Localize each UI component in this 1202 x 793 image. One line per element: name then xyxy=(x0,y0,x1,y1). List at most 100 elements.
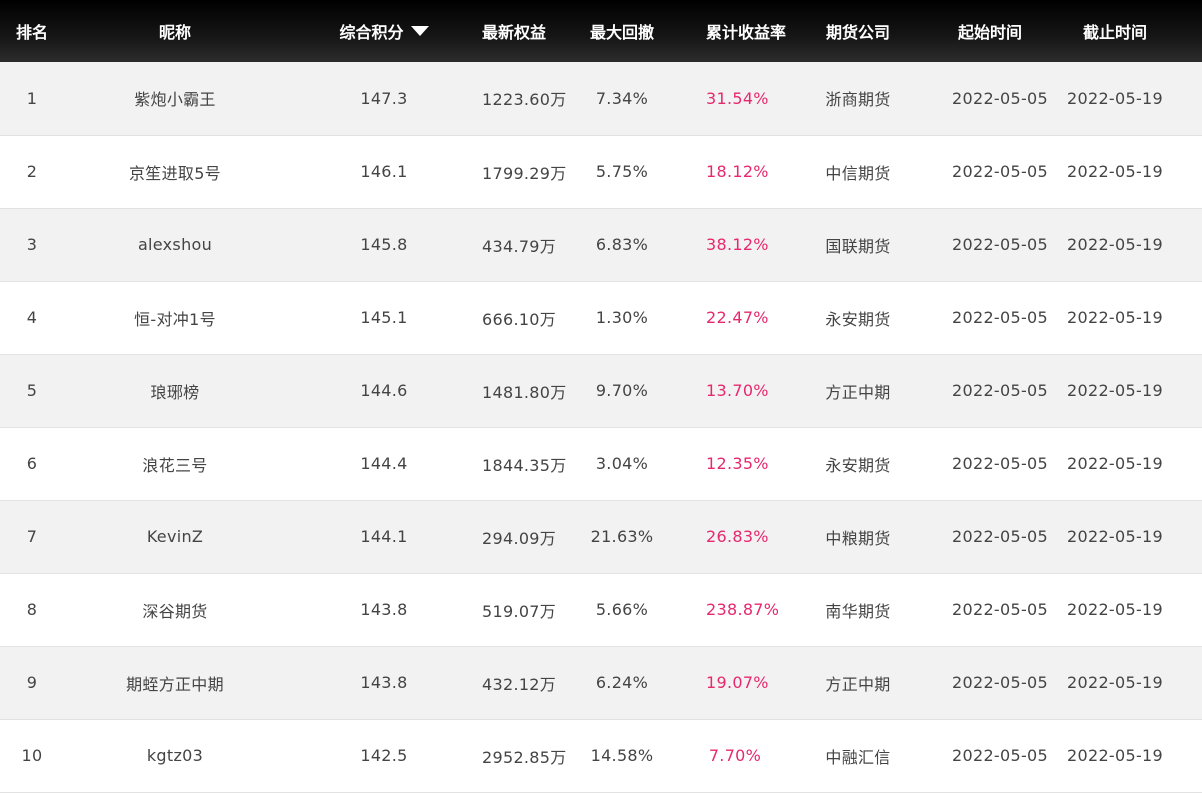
cell-firm: 永安期货 xyxy=(825,309,891,329)
cell-score: 144.6 xyxy=(360,381,408,400)
header-return: 累计收益率 xyxy=(706,23,787,42)
leaderboard-table: 排名 昵称 综合积分 最新权益 最大回撤 累计收益率 期货公司 起始时间 截止时… xyxy=(0,0,1202,793)
cell-firm: 国联期货 xyxy=(825,236,891,256)
cell-end-date: 2022-05-19 xyxy=(1067,673,1163,692)
caret-down-icon[interactable] xyxy=(410,26,429,36)
table-row[interactable]: 1 紫炮小霸王 147.3 1223.60万 7.34% 31.54% 浙商期货 2022-0… xyxy=(0,62,1202,135)
cell-equity: 666.10万 xyxy=(482,309,557,329)
cell-firm: 中信期货 xyxy=(825,163,891,183)
table-row[interactable]: 9 期蛭方正中期 143.8 432.12万 6.24% 19.07% 方正中期 2022-0… xyxy=(0,646,1202,719)
cell-score: 146.1 xyxy=(360,162,408,181)
cell-equity: 519.07万 xyxy=(482,601,557,621)
header-score-sortable[interactable]: 综合积分 xyxy=(286,0,482,62)
cell-firm: 南华期货 xyxy=(825,601,891,621)
cell-rank: 10 xyxy=(21,746,43,765)
cell-score: 143.8 xyxy=(360,600,408,619)
cell-score: 147.3 xyxy=(360,88,408,108)
table-row[interactable]: 5 琅琊榜 144.6 1481.80万 9.70% 13.70% 方正中期 2022-05-… xyxy=(0,354,1202,427)
cell-score: 145.1 xyxy=(360,308,408,327)
cell-equity: 1844.35万 xyxy=(482,455,567,475)
cell-nickname: kgtz03 xyxy=(146,746,204,765)
cell-nickname: KevinZ xyxy=(146,527,204,546)
header-start-date: 起始时间 xyxy=(957,23,1022,42)
cell-firm: 方正中期 xyxy=(825,382,891,402)
cell-return: 26.83% xyxy=(706,527,769,546)
cell-return: 19.07% xyxy=(706,673,769,692)
cell-firm: 中粮期货 xyxy=(825,528,891,548)
table-row[interactable]: 10 kgtz03 142.5 2952.85万 14.58% 7.70% 中融汇信 2022… xyxy=(0,719,1202,792)
header-row: 排名 昵称 综合积分 最新权益 最大回撤 累计收益率 期货公司 起始时间 截止时… xyxy=(0,0,1202,62)
cell-return: 12.35% xyxy=(706,454,769,473)
header-end-date: 截止时间 xyxy=(1082,23,1147,42)
cell-score: 143.8 xyxy=(360,673,408,692)
cell-start-date: 2022-05-05 xyxy=(952,381,1048,400)
cell-firm: 方正中期 xyxy=(825,674,891,694)
table-header: 排名 昵称 综合积分 最新权益 最大回撤 累计收益率 期货公司 起始时间 截止时… xyxy=(0,0,1202,62)
cell-end-date: 2022-05-19 xyxy=(1067,308,1163,327)
cell-rank: 3 xyxy=(26,235,38,254)
cell-nickname: 恒-对冲1号 xyxy=(134,309,216,329)
cell-nickname: 期蛭方正中期 xyxy=(126,674,224,694)
header-rank: 排名 xyxy=(15,23,48,42)
cell-nickname: 深谷期货 xyxy=(142,601,208,621)
cell-rank: 7 xyxy=(26,527,38,546)
cell-end-date: 2022-05-19 xyxy=(1067,235,1163,254)
header-equity: 最新权益 xyxy=(482,23,547,42)
cell-firm: 浙商期货 xyxy=(825,90,891,110)
cell-start-date: 2022-05-05 xyxy=(952,235,1048,254)
cell-score: 144.1 xyxy=(360,527,408,546)
cell-start-date: 2022-05-05 xyxy=(952,88,1048,108)
cell-nickname: 京笙进取5号 xyxy=(129,163,221,183)
table-row[interactable]: 4 恒-对冲1号 145.1 666.10万 1.30% 22.47% 永安期货 2022-0… xyxy=(0,281,1202,354)
cell-rank: 6 xyxy=(26,454,38,473)
cell-return: 18.12% xyxy=(706,162,769,181)
cell-start-date: 2022-05-05 xyxy=(952,600,1048,619)
cell-return: 13.70% xyxy=(706,381,769,400)
header-drawdown: 最大回撤 xyxy=(589,23,654,42)
cell-start-date: 2022-05-05 xyxy=(952,308,1048,327)
cell-end-date: 2022-05-19 xyxy=(1067,88,1163,108)
cell-drawdown: 1.30% xyxy=(595,308,649,327)
cell-end-date: 2022-05-19 xyxy=(1067,454,1163,473)
cell-return: 238.87% xyxy=(706,600,780,619)
cell-nickname: alexshou xyxy=(137,235,213,254)
cell-end-date: 2022-05-19 xyxy=(1067,162,1163,181)
cell-start-date: 2022-05-05 xyxy=(952,673,1048,692)
cell-start-date: 2022-05-05 xyxy=(952,527,1048,546)
cell-rank: 4 xyxy=(26,308,38,327)
cell-equity: 1481.80万 xyxy=(482,382,567,402)
cell-return: 38.12% xyxy=(706,235,769,254)
cell-end-date: 2022-05-19 xyxy=(1067,381,1163,400)
cell-equity: 434.79万 xyxy=(482,236,557,256)
cell-rank: 2 xyxy=(26,162,38,181)
table-row[interactable]: 7 KevinZ 144.1 294.09万 21.63% 26.83% 中粮期货 2022-… xyxy=(0,500,1202,573)
header-firm: 期货公司 xyxy=(825,23,890,42)
cell-rank: 9 xyxy=(26,673,38,692)
cell-score: 145.8 xyxy=(360,235,408,254)
cell-equity: 2952.85万 xyxy=(482,747,567,767)
cell-return: 7.70% xyxy=(708,746,762,765)
cell-drawdown: 6.24% xyxy=(595,673,649,692)
cell-drawdown: 6.83% xyxy=(595,235,649,254)
cell-score: 142.5 xyxy=(360,746,408,765)
cell-drawdown: 5.66% xyxy=(595,600,649,619)
cell-score: 144.4 xyxy=(360,454,408,473)
cell-end-date: 2022-05-19 xyxy=(1067,527,1163,546)
cell-firm: 永安期货 xyxy=(825,455,891,475)
cell-drawdown: 21.63% xyxy=(590,527,654,546)
table-row[interactable]: 3 alexshou 145.8 434.79万 6.83% 38.12% 国联期货 2022… xyxy=(0,208,1202,281)
cell-start-date: 2022-05-05 xyxy=(952,162,1048,181)
cell-nickname: 琅琊榜 xyxy=(150,382,200,402)
table-row[interactable]: 8 深谷期货 143.8 519.07万 5.66% 238.87% 南华期货 2022-05… xyxy=(0,573,1202,646)
cell-return: 31.54% xyxy=(706,88,769,108)
cell-rank: 5 xyxy=(26,381,38,400)
header-nickname: 昵称 xyxy=(158,23,191,42)
table-row[interactable]: 6 浪花三号 144.4 1844.35万 3.04% 12.35% 永安期货 2022-05… xyxy=(0,427,1202,500)
cell-equity: 432.12万 xyxy=(482,674,557,694)
cell-firm: 中融汇信 xyxy=(825,747,891,767)
table-row[interactable]: 2 京笙进取5号 146.1 1799.29万 5.75% 18.12% 中信期货 2022-… xyxy=(0,135,1202,208)
table-body: 1 紫炮小霸王 147.3 1223.60万 7.34% 31.54% 浙商期货 2022-0… xyxy=(0,62,1202,792)
cell-end-date: 2022-05-19 xyxy=(1067,600,1163,619)
cell-start-date: 2022-05-05 xyxy=(952,746,1048,765)
cell-equity: 1799.29万 xyxy=(482,163,567,183)
